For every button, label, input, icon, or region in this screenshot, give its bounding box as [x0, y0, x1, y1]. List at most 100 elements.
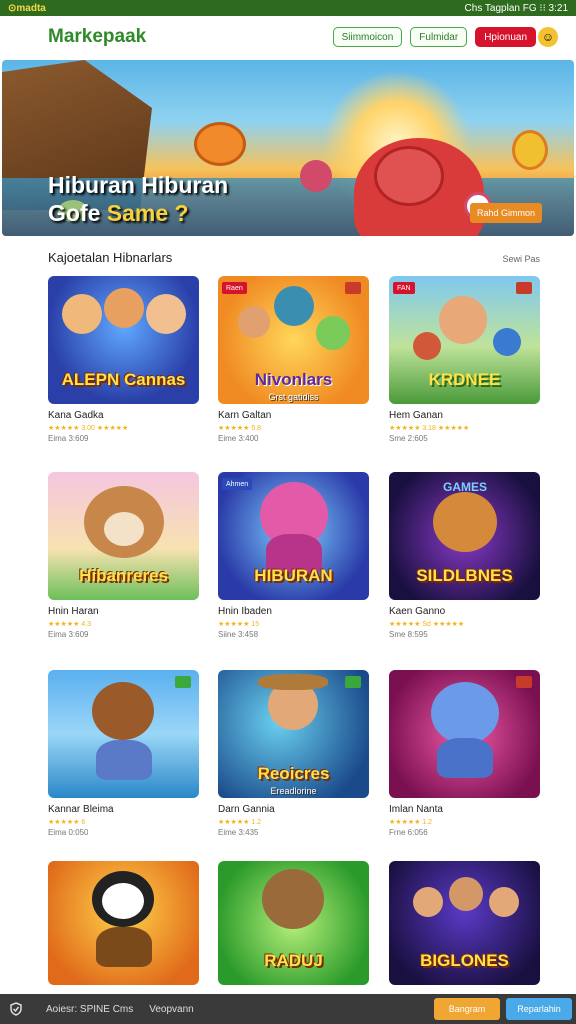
app-title: Markepaak [48, 26, 147, 47]
top-bar: Markepaak Siimmoicon Fulmidar Hpionuan ☺ [0, 16, 576, 58]
game-thumbnail[interactable]: FAN KRDNEE [389, 276, 540, 404]
game-meta: Eima 0:050 [48, 828, 89, 837]
game-card[interactable]: Ahmen HIBURAN Hnin Ibaden ★★★★★ 15 Siine… [218, 472, 369, 639]
bottom-info-2: Veopvann [149, 1003, 194, 1015]
game-thumbnail[interactable] [389, 670, 540, 798]
character-icon [146, 294, 186, 334]
games-label: GAMES [443, 480, 488, 494]
bear-character-icon [262, 869, 324, 929]
game-card[interactable] [48, 861, 199, 985]
see-all-link[interactable]: Sewi Pas [502, 254, 540, 264]
hero-title-part: Gofe [48, 200, 107, 226]
game-thumbnail[interactable]: GAMES SILDLBNES [389, 472, 540, 600]
shield-check-icon[interactable] [8, 1001, 24, 1017]
status-left: ⊙madta [8, 2, 46, 14]
game-card[interactable]: Kannar Bleima ★★★★★ 6 Eima 0:050 [48, 670, 199, 837]
game-card[interactable]: Reoicres Ereadlorine Darn Gannia ★★★★★ 1… [218, 670, 369, 837]
game-thumbnail[interactable]: BIGLONES [389, 861, 540, 985]
game-card[interactable]: RADUJ [218, 861, 369, 985]
game-rating: ★★★★★ 1.2 [218, 819, 262, 826]
hero-cta-button[interactable]: Rahd Gimmon [470, 203, 542, 223]
bottom-button-1[interactable]: Bangram [434, 998, 500, 1020]
character-icon [316, 316, 350, 350]
thumbnail-subtitle: Ereadlorine [270, 786, 317, 796]
character-icon [493, 328, 521, 356]
thumbnail-title: HIBURAN [254, 566, 333, 585]
smiley-icon[interactable]: ☺ [538, 27, 558, 47]
top-actions: Siimmoicon Fulmidar Hpionuan ☺ [332, 27, 558, 47]
hero-banner[interactable]: Hiburan Hiburan Gofe Same ? Rahd Gimmon [2, 60, 574, 236]
character-icon [274, 286, 314, 326]
game-card[interactable]: Imlan Nanta ★★★★★ 1.2 Frne 6:056 [389, 670, 540, 837]
corner-badge [345, 282, 361, 294]
panda-body-icon [96, 927, 152, 967]
game-thumbnail[interactable] [48, 670, 199, 798]
bear-character-icon [92, 682, 154, 740]
game-rating: ★★★★★ 15 [218, 621, 260, 628]
game-meta: Sme 2:605 [389, 434, 428, 443]
dog-face-icon [104, 512, 144, 546]
bear-overalls-icon [96, 740, 152, 780]
character-icon [62, 294, 102, 334]
game-thumbnail[interactable]: ALEPN Cannas [48, 276, 199, 404]
hat-icon [258, 674, 328, 690]
game-meta: Sme 8:595 [389, 630, 428, 639]
game-meta: Siine 3:458 [218, 630, 259, 639]
character-icon [413, 332, 441, 360]
corner-badge [175, 676, 191, 688]
hamster-body-icon [437, 738, 493, 778]
game-card[interactable]: Hibanreres Hnin Haran ★★★★★ 4.3 Eima 3:6… [48, 472, 199, 639]
game-name: Kannar Bleima [48, 804, 114, 815]
game-card[interactable]: Raen Nivonlars Grst gatidiss Karn Galtan… [218, 276, 369, 443]
thumbnail-subtitle: Grst gatidiss [268, 392, 319, 402]
game-rating: ★★★★★ 5.8 [218, 425, 262, 432]
game-thumbnail[interactable]: Ahmen HIBURAN [218, 472, 369, 600]
character-icon [489, 887, 519, 917]
game-name: Hnin Ibaden [218, 606, 272, 617]
game-card[interactable]: GAMES SILDLBNES Kaen Ganno ★★★★★ Sd ★★★★… [389, 472, 540, 639]
game-name: Hem Ganan [389, 410, 443, 421]
thumbnail-title: Hibanreres [79, 566, 168, 585]
game-thumbnail[interactable]: Raen Nivonlars Grst gatidiss [218, 276, 369, 404]
card-tag: Ahmen [222, 478, 253, 490]
game-card[interactable]: BIGLONES [389, 861, 540, 985]
game-card[interactable]: FAN KRDNEE Hem Ganan ★★★★★ 3.18 ★★★★★ Sm… [389, 276, 540, 443]
corner-badge [345, 676, 361, 688]
character-icon [413, 887, 443, 917]
game-card[interactable]: ALEPN Cannas Kana Gadka ★★★★★ 3.00 ★★★★★… [48, 276, 199, 443]
game-meta: Eima 3:609 [48, 630, 89, 639]
card-tag: Raen [222, 282, 247, 294]
balloon-icon [512, 130, 548, 170]
thumbnail-title: ALEPN Cannas [61, 370, 186, 389]
bottom-button-2[interactable]: Reparlahin [506, 998, 572, 1020]
game-name: Imlan Nanta [389, 804, 443, 815]
game-rating: ★★★★★ 4.3 [48, 621, 92, 628]
thumbnail-title: Nivonlars [254, 370, 333, 389]
top-button-2[interactable]: Fulmidar [410, 27, 468, 47]
game-meta: Eime 3:435 [218, 828, 259, 837]
hero-title-line2: Gofe Same ? [48, 200, 189, 227]
bottom-info: Aoiesr: SPINE Cms [46, 1003, 134, 1015]
top-button-3[interactable]: Hpionuan [475, 27, 536, 47]
flying-creature-icon [194, 122, 246, 166]
game-name: Kaen Ganno [389, 606, 446, 617]
status-bar: ⊙madta Chs Tagplan FG ⁝⁝ 3:21 [0, 0, 576, 16]
character-icon [238, 306, 270, 338]
game-name: Kana Gadka [48, 410, 104, 421]
game-thumbnail[interactable]: Reoicres Ereadlorine [218, 670, 369, 798]
card-tag: FAN [393, 282, 415, 294]
game-name: Karn Galtan [218, 410, 272, 421]
game-thumbnail[interactable]: Hibanreres [48, 472, 199, 600]
panda-face-icon [102, 883, 144, 919]
section-header: Kajoetalan Hibnarlars Sewi Pas [48, 250, 540, 265]
character-icon [439, 296, 487, 344]
character-icon [104, 288, 144, 328]
game-thumbnail[interactable] [48, 861, 199, 985]
balloon-icon [300, 160, 332, 192]
game-thumbnail[interactable]: RADUJ [218, 861, 369, 985]
bottom-bar: Aoiesr: SPINE Cms Veopvann Bangram Repar… [0, 994, 576, 1024]
hero-title-line1: Hiburan Hiburan [48, 172, 229, 198]
top-button-1[interactable]: Siimmoicon [332, 27, 403, 47]
game-meta: Eime 3:400 [218, 434, 259, 443]
game-rating: ★★★★★ Sd ★★★★★ [389, 621, 465, 628]
